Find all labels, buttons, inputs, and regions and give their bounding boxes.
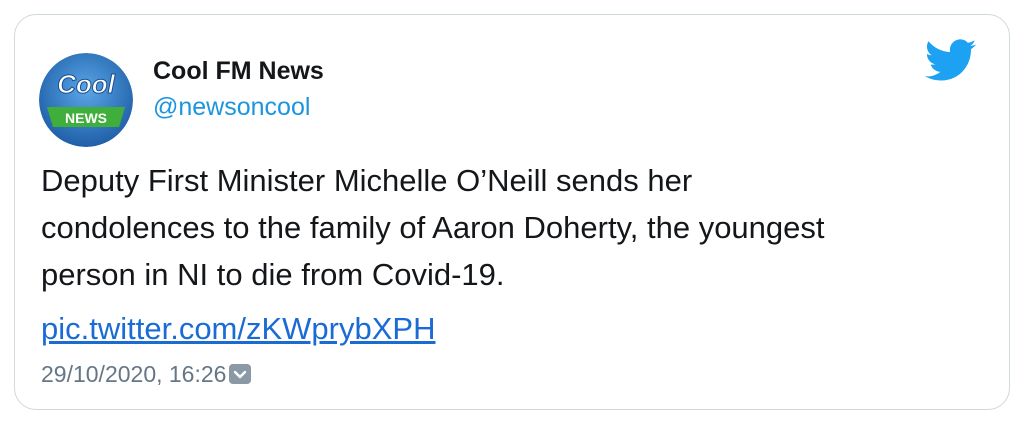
avatar[interactable]: Cool NEWS	[39, 53, 133, 147]
avatar-badge-text: NEWS	[65, 110, 107, 126]
tweet-meta: 29/10/2020, 16:26	[41, 359, 252, 389]
timestamp[interactable]: 29/10/2020, 16:26	[41, 361, 226, 388]
media-link[interactable]: pic.twitter.com/zKWprybXPH	[41, 305, 435, 352]
tweet-text-line: condolences to the family of Aaron Doher…	[41, 210, 825, 245]
author-name[interactable]: Cool FM News	[153, 57, 324, 86]
tweet-text-line: person in NI to die from Covid-19.	[41, 257, 505, 292]
twitter-bird-icon[interactable]	[925, 39, 977, 83]
chevron-down-icon[interactable]	[229, 364, 252, 384]
avatar-logo-text: Cool	[57, 69, 116, 99]
tweet-text-line: Deputy First Minister Michelle O’Neill s…	[41, 163, 693, 198]
author-handle[interactable]: @newsoncool	[153, 93, 310, 122]
tweet-card: Cool NEWS Cool FM News @newsoncool Deput…	[14, 14, 1010, 410]
tweet-text: Deputy First Minister Michelle O’Neill s…	[41, 157, 981, 298]
cool-fm-logo: Cool NEWS	[39, 53, 133, 147]
